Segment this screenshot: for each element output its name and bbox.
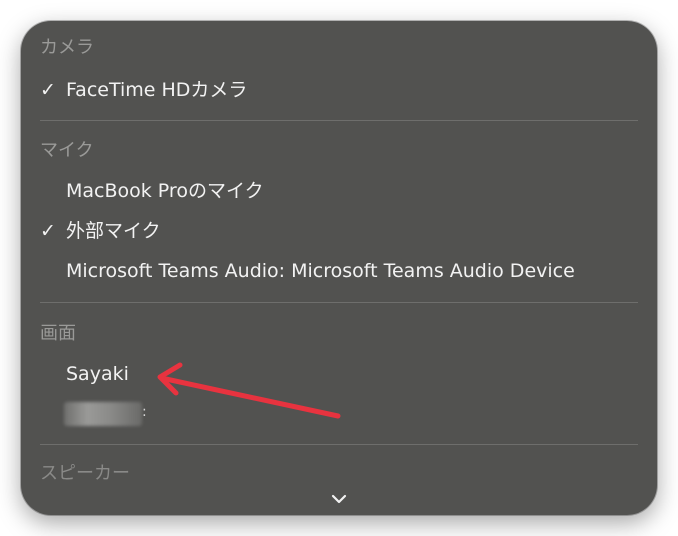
camera-header: カメラ <box>40 37 94 58</box>
microphone-item-external[interactable]: 外部マイク <box>66 222 161 241</box>
microphone-header: マイク <box>40 140 94 161</box>
microphone-checkmark: ✓ <box>40 220 56 242</box>
separator <box>40 444 638 445</box>
camera-checkmark: ✓ <box>40 79 56 101</box>
microphone-item-teams[interactable]: Microsoft Teams Audio: Microsoft Teams A… <box>66 262 575 281</box>
device-menu: カメラ ✓ FaceTime HDカメラ マイク MacBook Proのマイク… <box>21 21 657 515</box>
microphone-item-macbook[interactable]: MacBook Proのマイク <box>66 182 264 201</box>
screen-item-sayaki[interactable]: Sayaki <box>66 365 129 384</box>
chevron-down-icon[interactable] <box>330 493 348 505</box>
speaker-header: スピーカー <box>40 463 130 484</box>
camera-item-facetime[interactable]: FaceTime HDカメラ <box>66 81 247 100</box>
redacted-screen-item[interactable] <box>64 402 142 426</box>
separator <box>40 120 638 121</box>
redacted-screen-item-tail: : <box>142 404 147 420</box>
screen-header: 画面 <box>40 323 76 344</box>
separator <box>40 302 638 303</box>
